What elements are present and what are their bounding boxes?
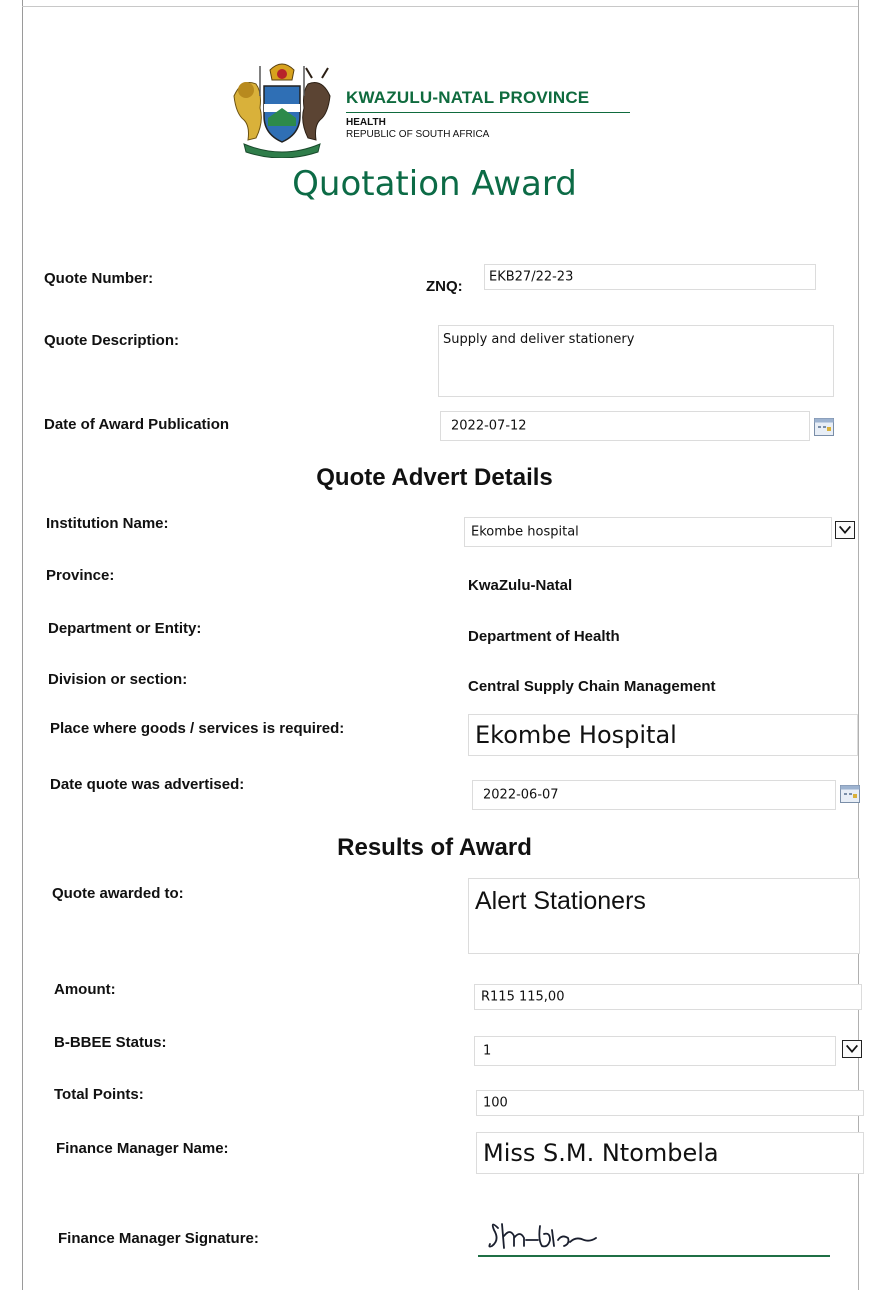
org-divider xyxy=(346,112,630,113)
bbbee-label: B-BBEE Status: xyxy=(54,1034,167,1051)
division-label: Division or section: xyxy=(48,671,188,688)
finance-manager-field[interactable]: Miss S.M. Ntombela xyxy=(476,1132,864,1174)
quote-number-label: Quote Number: xyxy=(44,270,154,287)
department-value: Department of Health xyxy=(468,628,620,645)
chevron-down-icon[interactable] xyxy=(835,521,855,539)
total-points-label: Total Points: xyxy=(54,1086,144,1103)
amount-field[interactable]: R115 115,00 xyxy=(474,984,862,1010)
page-title: Quotation Award xyxy=(292,164,577,204)
advertised-date-value: 2022-06-07 xyxy=(483,787,559,803)
province-value: KwaZulu-Natal xyxy=(468,577,573,594)
signature-label: Finance Manager Signature: xyxy=(58,1230,259,1247)
publication-date-label: Date of Award Publication xyxy=(44,416,230,433)
calendar-icon[interactable] xyxy=(840,785,860,803)
bbbee-select[interactable]: 1 xyxy=(474,1036,836,1066)
department-label: Department or Entity: xyxy=(48,620,202,637)
org-country: REPUBLIC OF SOUTH AFRICA xyxy=(346,129,490,140)
quote-description-value: Supply and deliver stationery xyxy=(443,332,635,347)
publication-date-value: 2022-07-12 xyxy=(451,418,527,434)
province-label: Province: xyxy=(46,567,115,584)
quote-number-value: EKB27/22-23 xyxy=(489,269,574,285)
place-field[interactable]: Ekombe Hospital xyxy=(468,714,858,756)
institution-value: Ekombe hospital xyxy=(471,524,579,540)
finance-manager-value: Miss S.M. Ntombela xyxy=(483,1139,719,1167)
publication-date-field[interactable]: 2022-07-12 xyxy=(440,411,810,441)
advertised-date-field[interactable]: 2022-06-07 xyxy=(472,780,836,810)
quote-number-field[interactable]: EKB27/22-23 xyxy=(484,264,816,290)
signature-image xyxy=(488,1223,597,1249)
finance-manager-label: Finance Manager Name: xyxy=(56,1140,229,1157)
results-section-heading: Results of Award xyxy=(337,834,532,861)
coat-of-arms-icon xyxy=(233,63,331,158)
place-label: Place where goods / services is required… xyxy=(50,720,345,737)
quote-number-prefix: ZNQ: xyxy=(426,278,463,295)
calendar-icon[interactable] xyxy=(814,418,834,436)
total-points-value: 100 xyxy=(483,1095,508,1111)
amount-value: R115 115,00 xyxy=(481,989,565,1005)
signature-line xyxy=(478,1255,830,1257)
page-edge-top xyxy=(22,6,858,7)
advertised-date-label: Date quote was advertised: xyxy=(50,776,245,793)
place-value: Ekombe Hospital xyxy=(475,721,677,749)
quote-description-label: Quote Description: xyxy=(44,332,180,349)
chevron-down-icon[interactable] xyxy=(842,1040,862,1058)
awarded-to-label: Quote awarded to: xyxy=(52,885,184,902)
institution-label: Institution Name: xyxy=(46,515,169,532)
quote-description-field[interactable]: Supply and deliver stationery xyxy=(438,325,834,397)
bbbee-value: 1 xyxy=(483,1043,492,1059)
awarded-to-value: Alert Stationers xyxy=(475,887,646,915)
division-value: Central Supply Chain Management xyxy=(468,678,716,695)
org-department: HEALTH xyxy=(346,117,386,128)
advert-section-heading: Quote Advert Details xyxy=(316,464,553,491)
amount-label: Amount: xyxy=(54,981,116,998)
total-points-field[interactable]: 100 xyxy=(476,1090,864,1116)
org-name: KWAZULU-NATAL PROVINCE xyxy=(346,88,590,107)
institution-select[interactable]: Ekombe hospital xyxy=(464,517,832,547)
awarded-to-field[interactable]: Alert Stationers xyxy=(468,878,860,954)
